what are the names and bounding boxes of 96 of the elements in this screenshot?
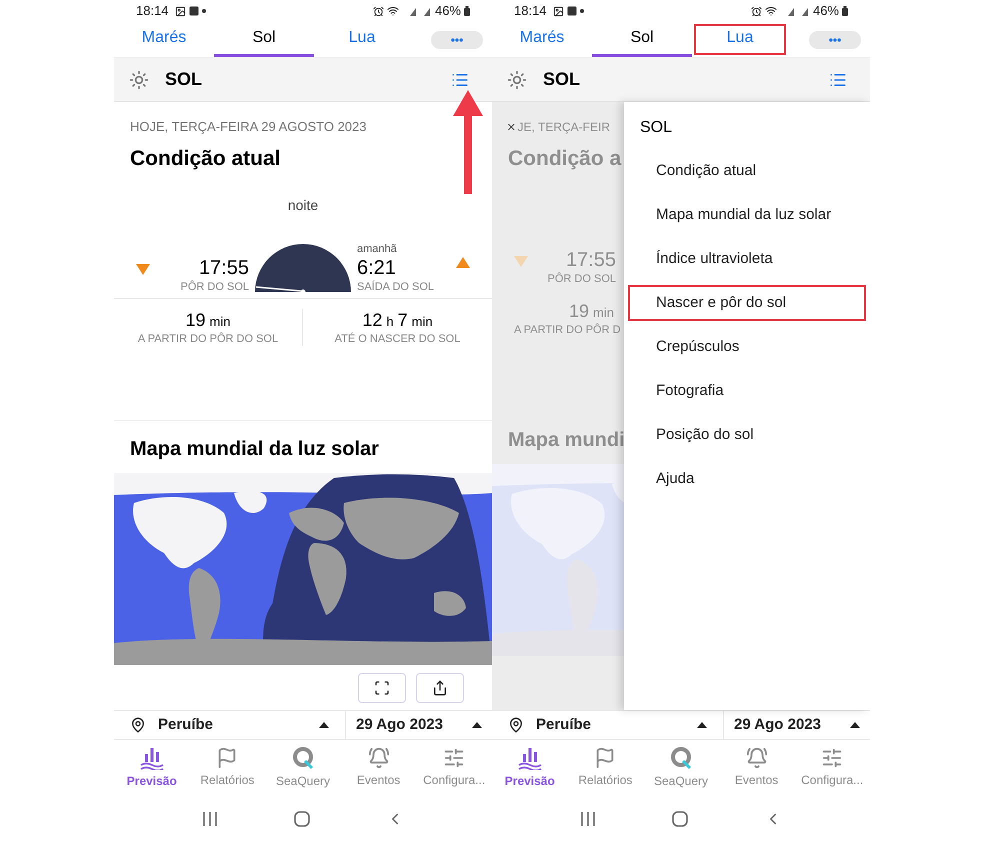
fullscreen-icon <box>374 680 390 696</box>
sliders-icon <box>443 746 466 768</box>
share-button[interactable] <box>416 673 464 703</box>
sunrise-triangle-icon <box>456 256 470 268</box>
menu-item[interactable]: Nascer e pôr do sol <box>624 281 870 325</box>
nav-tab[interactable]: Eventos <box>718 740 794 795</box>
share-icon <box>432 680 448 696</box>
bell-icon <box>368 746 390 768</box>
bell-icon <box>746 746 768 768</box>
caret-icon <box>319 722 329 728</box>
more-button[interactable]: ••• <box>431 30 483 48</box>
counter-unit: min <box>593 304 614 322</box>
section-title: SOL <box>165 68 202 91</box>
sunrise-note: amanhã <box>357 242 397 256</box>
nav-tab[interactable]: Configura... <box>416 740 492 795</box>
date-selector[interactable]: 29 Ago 2023 <box>734 714 821 736</box>
section-title: SOL <box>543 68 580 91</box>
sunrise-label: SAÍDA DO SOL <box>357 280 434 294</box>
menu-item[interactable]: Crepúsculos <box>624 325 870 369</box>
menu-item[interactable]: Ajuda <box>624 457 870 501</box>
status-time: 18:14 <box>514 2 547 20</box>
date-text: JE, TERÇA-FEIR <box>518 119 610 136</box>
sun-icon <box>507 70 527 90</box>
battery-percent: 46% <box>434 2 461 20</box>
sunrise-time: 6:21 <box>357 256 396 280</box>
home-icon[interactable] <box>294 810 310 826</box>
menu-item[interactable]: Mapa mundial da luz solar <box>624 193 870 237</box>
section-heading: Condição a <box>507 146 622 172</box>
location-pin-icon <box>130 717 146 733</box>
status-time: 18:14 <box>136 2 169 20</box>
chart-waves-icon <box>516 746 543 770</box>
counter-value: 12 <box>362 309 382 332</box>
counter-label: ATÉ O NASCER DO SOL <box>334 332 460 346</box>
tab[interactable]: Marés <box>114 22 214 57</box>
tab[interactable]: Lua <box>314 22 410 57</box>
caret-icon <box>697 722 707 728</box>
date-selector[interactable]: 29 Ago 2023 <box>356 714 443 736</box>
menu-item[interactable]: Condição atual <box>624 149 870 193</box>
alarm-icon <box>372 6 384 16</box>
counter-unit: min <box>210 313 230 332</box>
counter-value: 19 <box>569 300 590 322</box>
recent-apps-icon[interactable] <box>202 812 218 826</box>
counter-unit: h <box>386 313 394 332</box>
more-button[interactable]: ••• <box>809 30 861 48</box>
section-heading: Condição atual <box>129 146 282 172</box>
counter-value: 7 <box>398 309 408 332</box>
location-pin-icon <box>508 717 524 733</box>
nav-tab[interactable]: Previsão <box>492 740 568 795</box>
tab[interactable]: Lua <box>692 22 788 57</box>
sliders-icon <box>821 746 844 768</box>
chart-waves-icon <box>138 746 165 770</box>
section-heading: Mapa mundi <box>507 428 624 452</box>
caret-icon <box>850 722 860 728</box>
nav-tab[interactable]: Previsão <box>114 740 190 795</box>
battery-percent: 46% <box>812 2 839 20</box>
location-selector[interactable]: Peruíbe <box>536 714 592 736</box>
nav-tab[interactable]: SeaQuery <box>643 740 719 795</box>
menu-title: SOL <box>639 118 674 138</box>
menu-item[interactable]: Índice ultravioleta <box>624 237 870 281</box>
dot-icon <box>580 9 584 13</box>
sunset-time: 17:55 <box>566 248 616 272</box>
location-selector[interactable]: Peruíbe <box>158 714 214 736</box>
alarm-icon <box>750 6 762 16</box>
nav-tab[interactable]: Configura... <box>794 740 870 795</box>
menu-item[interactable]: Posição do sol <box>624 413 870 457</box>
battery-icon <box>842 6 848 16</box>
nav-tab[interactable]: Relatórios <box>190 740 266 795</box>
sunset-triangle-icon <box>136 264 150 274</box>
square-icon <box>188 6 199 16</box>
square-icon <box>566 6 577 16</box>
sunset-label: PÔR DO SOL <box>180 280 249 294</box>
gallery-icon <box>174 6 186 16</box>
home-icon[interactable] <box>672 810 688 826</box>
phase-text: noite <box>288 196 318 214</box>
sunset-time: 17:55 <box>198 256 249 280</box>
sunset-triangle-icon <box>514 256 528 267</box>
battery-icon <box>464 6 470 16</box>
counter-label: A PARTIR DO PÔR D <box>513 322 622 336</box>
counter-unit: min <box>412 313 433 332</box>
counter-value: 19 <box>186 309 206 332</box>
section-heading: Mapa mundial da luz solar <box>129 437 380 461</box>
menu-item[interactable]: Fotografia <box>624 369 870 413</box>
tab[interactable]: Marés <box>492 22 592 57</box>
counter-label: A PARTIR DO PÔR DO SOL <box>138 332 278 346</box>
q-logo-icon <box>290 746 315 770</box>
sunset-label: PÔR DO SOL <box>548 272 616 286</box>
caret-icon <box>472 722 482 728</box>
gallery-icon <box>552 6 564 16</box>
nav-tab[interactable]: Eventos <box>340 740 416 795</box>
nav-tab[interactable]: Relatórios <box>568 740 644 795</box>
dot-icon <box>202 9 206 13</box>
sun-icon <box>129 70 149 90</box>
nav-tab[interactable]: SeaQuery <box>265 740 341 795</box>
q-logo-icon <box>668 746 693 770</box>
date-text: HOJE, TERÇA-FEIRA 29 AGOSTO 2023 <box>129 118 368 136</box>
recent-apps-icon[interactable] <box>580 812 596 826</box>
